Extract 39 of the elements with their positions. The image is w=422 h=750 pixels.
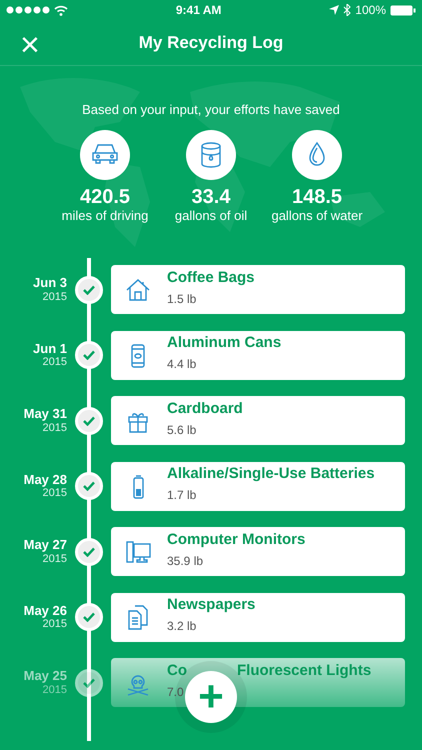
screen-title: My Recycling Log (138, 32, 284, 54)
entry-year: 2015 (42, 422, 67, 434)
entry-date: May 27 (22, 538, 67, 553)
stat-value: 420.5 (78, 186, 132, 208)
item-name: Fluorescent Lights (237, 662, 372, 678)
entry-date: May 26 (22, 604, 67, 618)
item-weight: 7.0 (167, 684, 184, 700)
item-name: Alkaline/Single-Use Batteries (167, 465, 375, 482)
stat-label: miles of driving (60, 208, 150, 224)
item-weight: 1.5 lb (167, 290, 196, 308)
item-name: Co (167, 662, 187, 678)
entry-date: May 31 (22, 407, 67, 422)
clock-text: 9:41 AM (176, 2, 222, 19)
stat-label: gallons of oil (174, 208, 248, 224)
entry-year: 2015 (42, 487, 67, 500)
item-weight: 4.4 lb (167, 356, 196, 373)
item-weight: 35.9 lb (167, 552, 204, 570)
entry-year: 2015 (42, 290, 67, 303)
entry-date: Jun 3 (32, 276, 67, 291)
item-name: Aluminum Cans (167, 334, 282, 351)
entry-year: 2015 (42, 618, 67, 630)
battery-text: 100% (355, 2, 386, 19)
stat-value: 148.5 (290, 186, 344, 208)
entry-year: 2015 (42, 356, 67, 368)
item-name: Cardboard (167, 400, 243, 416)
entry-date: Jun 1 (32, 342, 67, 356)
stat-label: gallons of water (270, 208, 364, 224)
item-weight: 5.6 lb (167, 422, 196, 438)
item-name: Coffee Bags (167, 268, 255, 286)
entry-date: May 25 (22, 669, 67, 684)
stat-value: 33.4 (190, 186, 232, 208)
item-weight: 1.7 lb (167, 487, 196, 504)
entry-year: 2015 (42, 552, 67, 565)
entry-year: 2015 (42, 684, 67, 696)
intro-text: Based on your input, your efforts have saved (81, 101, 341, 119)
item-name: Newspapers (167, 596, 256, 613)
item-weight: 3.2 lb (167, 618, 196, 635)
entry-date: May 28 (22, 472, 67, 488)
item-name: Computer Monitors (167, 530, 306, 548)
